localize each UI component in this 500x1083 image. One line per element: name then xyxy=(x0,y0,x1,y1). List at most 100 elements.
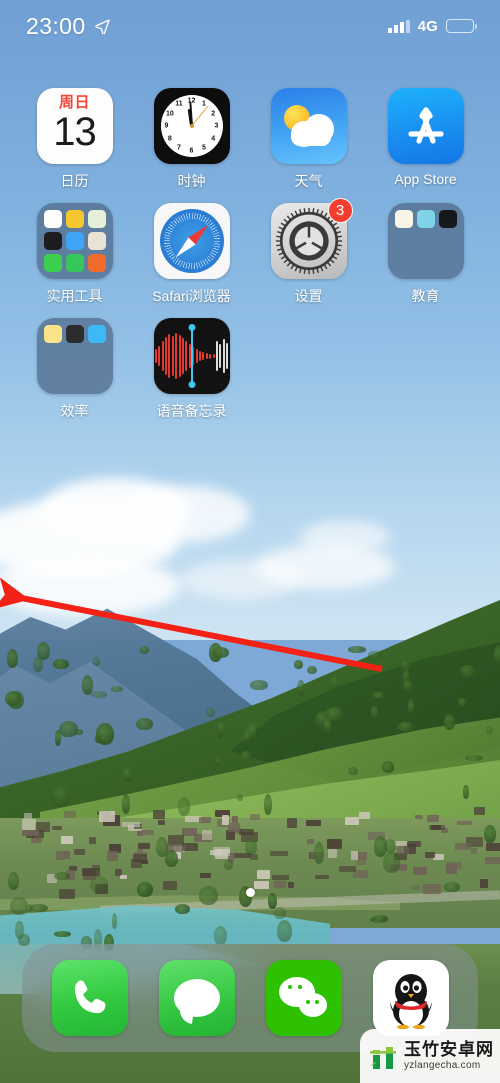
tree xyxy=(9,896,28,915)
folder-icon xyxy=(387,203,464,279)
cloud xyxy=(180,560,300,600)
tree xyxy=(92,657,101,666)
folder-icon xyxy=(36,318,113,394)
tree xyxy=(135,717,154,731)
house xyxy=(407,840,421,847)
notification-badge: 3 xyxy=(327,198,353,223)
house xyxy=(326,839,342,849)
house xyxy=(445,864,457,875)
house xyxy=(425,852,435,858)
house xyxy=(227,823,240,833)
house xyxy=(199,872,212,879)
app-icon-settings[interactable]: 3 设置 xyxy=(250,198,367,306)
weather-icon xyxy=(270,88,347,164)
icon-wrap[interactable] xyxy=(36,318,113,394)
tree xyxy=(263,794,272,816)
tree xyxy=(381,761,395,773)
network-type-label: 4G xyxy=(417,17,438,35)
house xyxy=(22,819,37,831)
app-icon-utilities[interactable]: 实用工具 xyxy=(16,203,133,306)
tree xyxy=(367,650,382,659)
watermark: 玉竹安卓网 yzlangecha.com xyxy=(360,1029,500,1083)
folder-mini-icon xyxy=(43,254,62,272)
house xyxy=(470,847,478,855)
tree xyxy=(111,913,117,929)
app-icon-voicememos[interactable]: 语音备忘录 xyxy=(133,318,250,421)
house xyxy=(286,818,298,829)
house xyxy=(140,859,149,865)
tree xyxy=(239,750,253,760)
app-icon-education[interactable]: 教育 xyxy=(367,203,484,306)
app-icon-calendar[interactable]: 周日 13 日历 xyxy=(16,88,133,191)
tree xyxy=(383,851,400,874)
icon-wrap[interactable]: 12 1 2 3 4 5 6 7 8 9 10 11 xyxy=(153,88,230,164)
icon-wrap[interactable] xyxy=(36,203,113,279)
app-row: 周日 13 日历 12 1 2 3 4 5 6 7 8 9 10 11 时钟 天气 xyxy=(16,88,484,203)
house xyxy=(415,814,423,819)
tree xyxy=(324,717,331,735)
icon-wrap[interactable] xyxy=(387,203,464,279)
app-icon-weather[interactable]: 天气 xyxy=(250,88,367,191)
house xyxy=(157,819,166,826)
tree xyxy=(17,934,30,947)
dock-item-messages[interactable] xyxy=(158,960,235,1036)
dock-item-wechat[interactable] xyxy=(265,960,342,1036)
page-dot[interactable] xyxy=(245,888,255,897)
house xyxy=(222,814,230,826)
house xyxy=(23,813,32,820)
app-icon-appstore[interactable]: App Store xyxy=(367,88,484,191)
house xyxy=(181,843,199,852)
tree xyxy=(4,690,22,707)
icon-wrap[interactable]: 3 xyxy=(270,198,353,279)
tree xyxy=(54,930,72,937)
house xyxy=(61,835,73,845)
folder-mini-icon xyxy=(438,210,457,228)
house xyxy=(305,819,321,826)
house xyxy=(287,881,295,888)
tree xyxy=(493,644,500,666)
folder-icon xyxy=(36,203,113,279)
folder-mini-icon xyxy=(43,325,62,343)
location-arrow-icon xyxy=(94,18,110,34)
house xyxy=(257,869,271,879)
app-icon-safari[interactable]: Safari浏览器 xyxy=(133,203,250,306)
app-label: 时钟 xyxy=(177,173,206,189)
dock-item-qq[interactable] xyxy=(372,960,449,1036)
battery-icon xyxy=(446,19,477,33)
house xyxy=(454,842,471,850)
tree xyxy=(374,836,388,858)
safari-icon xyxy=(153,203,230,279)
app-icon-clock[interactable]: 12 1 2 3 4 5 6 7 8 9 10 11 时钟 xyxy=(133,88,250,191)
house xyxy=(198,816,211,823)
icon-wrap[interactable]: 周日 13 xyxy=(36,88,113,164)
house xyxy=(73,848,86,856)
icon-wrap[interactable] xyxy=(153,318,230,394)
icon-wrap[interactable] xyxy=(387,88,464,164)
house xyxy=(63,850,70,859)
house xyxy=(270,851,288,856)
folder-mini-icon xyxy=(65,254,84,272)
app-label: 日历 xyxy=(60,173,89,189)
watermark-text: 玉竹安卓网 yzlangecha.com xyxy=(404,1041,494,1071)
house xyxy=(412,866,427,875)
tree xyxy=(95,723,114,745)
calendar-day: 13 xyxy=(53,110,96,154)
icon-wrap[interactable] xyxy=(270,88,347,164)
tree xyxy=(307,665,318,675)
house xyxy=(430,824,441,831)
icon-wrap[interactable] xyxy=(153,203,230,279)
house xyxy=(485,856,500,865)
app-store-icon xyxy=(387,88,464,164)
calendar-icon: 周日 13 xyxy=(36,88,113,164)
dock-item-phone[interactable] xyxy=(51,960,128,1036)
tree xyxy=(314,842,325,864)
house xyxy=(272,875,289,881)
tree xyxy=(139,645,150,655)
tree xyxy=(294,660,304,670)
tree xyxy=(348,766,358,775)
app-icon-productivity[interactable]: 效率 xyxy=(16,318,133,421)
page-indicator[interactable] xyxy=(0,888,500,897)
status-time: 23:00 xyxy=(26,12,86,39)
bamboo-logo-icon xyxy=(369,1040,399,1072)
house xyxy=(359,811,370,820)
